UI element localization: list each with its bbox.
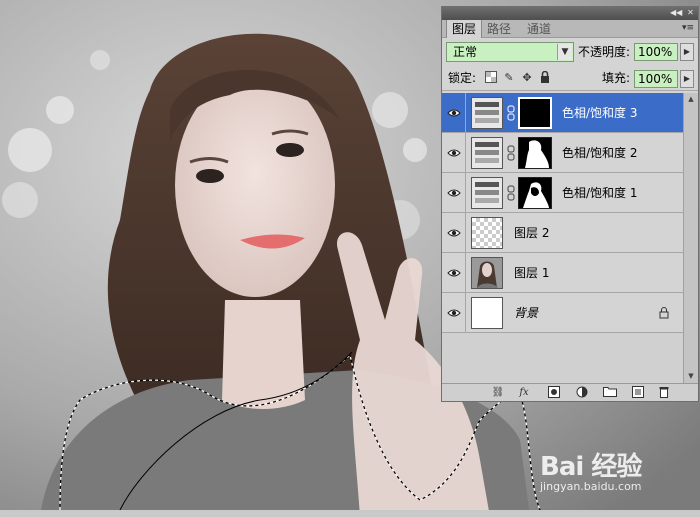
link-icon[interactable]: [507, 145, 515, 161]
opacity-field[interactable]: 100%: [634, 43, 678, 61]
blend-opacity-row: 正常 ▼ 不透明度: 100% ▶: [442, 40, 698, 64]
adjustment-thumbnail[interactable]: [471, 97, 503, 129]
layer-list: 色相/饱和度 3 色相/饱和度 2 色相/饱和度 1 图层 2 图层 1 背景: [442, 93, 683, 383]
hue-saturation-icon: [475, 142, 499, 163]
layer-thumbnail[interactable]: [471, 257, 503, 289]
mask-silhouette: [525, 140, 549, 168]
scroll-up-icon[interactable]: ▲: [684, 93, 698, 105]
hue-saturation-icon: [475, 102, 499, 123]
opacity-slider-icon[interactable]: ▶: [680, 43, 694, 61]
panel-titlebar[interactable]: ◀◀ ✕: [442, 7, 698, 20]
eye-icon: [447, 149, 461, 157]
link-layers-icon[interactable]: ⛓: [490, 386, 506, 400]
add-mask-icon[interactable]: [546, 386, 562, 400]
layers-bottom-toolbar: ⛓ fx: [442, 383, 698, 401]
lock-paint-icon[interactable]: ✎: [502, 71, 516, 85]
layer-mask-thumbnail[interactable]: [518, 137, 552, 169]
lock-icon: [659, 307, 669, 319]
fill-field[interactable]: 100%: [634, 70, 678, 88]
mask-silhouette: [523, 182, 549, 208]
layer-row-hue-sat-2[interactable]: 色相/饱和度 2: [442, 133, 683, 173]
layer-style-fx-icon[interactable]: fx: [516, 386, 532, 400]
visibility-toggle[interactable]: [442, 213, 466, 253]
layer-name: 色相/饱和度 1: [562, 186, 638, 200]
layer-name: 色相/饱和度 3: [562, 106, 638, 120]
layer-row-hue-sat-3[interactable]: 色相/饱和度 3: [442, 93, 683, 133]
visibility-toggle[interactable]: [442, 173, 466, 213]
delete-layer-trash-icon[interactable]: [656, 386, 672, 400]
lock-fill-row: 锁定: ✎ ✥ 填充: 100% ▶: [442, 67, 698, 91]
panel-menu-icon[interactable]: ▾≡: [681, 22, 695, 34]
eye-icon: [447, 309, 461, 317]
lock-label: 锁定:: [448, 71, 477, 85]
photo-thumbnail: [472, 258, 502, 288]
visibility-toggle[interactable]: [442, 93, 466, 133]
layer-row-background[interactable]: 背景: [442, 293, 683, 333]
scroll-down-icon[interactable]: ▼: [684, 370, 698, 382]
layer-thumbnail[interactable]: [471, 217, 503, 249]
watermark-url: jingyan.baidu.com: [540, 480, 642, 493]
opacity-label: 不透明度:: [578, 45, 631, 59]
layer-row-hue-sat-1[interactable]: 色相/饱和度 1: [442, 173, 683, 213]
close-panel-icon[interactable]: ✕: [685, 8, 696, 18]
adjustment-layer-icon[interactable]: [574, 386, 590, 400]
chevron-down-icon[interactable]: ▼: [557, 44, 572, 60]
new-group-folder-icon[interactable]: [602, 386, 618, 400]
blend-mode-value: 正常: [453, 45, 478, 59]
layer-mask-thumbnail[interactable]: [518, 177, 552, 209]
new-layer-icon[interactable]: [630, 386, 646, 400]
layers-panel: ◀◀ ✕ 图层 路径 通道 ▾≡ 正常 ▼ 不透明度: 100% ▶ 锁定: ✎…: [441, 6, 699, 402]
baidu-jingyan-watermark: Bai 经验 jingyan.baidu.com: [540, 440, 700, 500]
layer-name: 图层 1: [514, 266, 550, 280]
link-icon[interactable]: [507, 185, 515, 201]
layer-name: 图层 2: [514, 226, 550, 240]
fill-label: 填充:: [602, 71, 631, 85]
layer-name: 色相/饱和度 2: [562, 146, 638, 160]
tab-paths[interactable]: 路径: [482, 20, 516, 38]
fill-slider-icon[interactable]: ▶: [680, 70, 694, 88]
layer-list-scrollbar[interactable]: ▲ ▼: [683, 93, 698, 383]
lock-all-icon[interactable]: [538, 70, 552, 85]
layer-thumbnail[interactable]: [471, 297, 503, 329]
lock-move-icon[interactable]: ✥: [520, 71, 534, 85]
layer-mask-thumbnail[interactable]: [518, 97, 552, 129]
visibility-toggle[interactable]: [442, 293, 466, 333]
lock-transparent-icon[interactable]: [484, 71, 498, 85]
tab-channels[interactable]: 通道: [522, 20, 556, 38]
panel-tabs: 图层 路径 通道 ▾≡: [442, 20, 698, 38]
layer-name: 背景: [514, 306, 539, 320]
eye-icon: [447, 229, 461, 237]
eye-icon: [447, 109, 461, 117]
adjustment-thumbnail[interactable]: [471, 137, 503, 169]
visibility-toggle[interactable]: [442, 253, 466, 293]
collapse-icon[interactable]: ◀◀: [670, 8, 682, 18]
blend-mode-select[interactable]: 正常 ▼: [446, 42, 574, 62]
adjustment-thumbnail[interactable]: [471, 177, 503, 209]
tab-layers[interactable]: 图层: [446, 20, 483, 38]
layer-row-layer-2[interactable]: 图层 2: [442, 213, 683, 253]
eye-icon: [447, 189, 461, 197]
eye-icon: [447, 269, 461, 277]
visibility-toggle[interactable]: [442, 133, 466, 173]
link-icon[interactable]: [507, 105, 515, 121]
watermark-brand: Bai 经验: [540, 452, 642, 482]
layer-row-layer-1[interactable]: 图层 1: [442, 253, 683, 293]
hue-saturation-icon: [475, 182, 499, 203]
